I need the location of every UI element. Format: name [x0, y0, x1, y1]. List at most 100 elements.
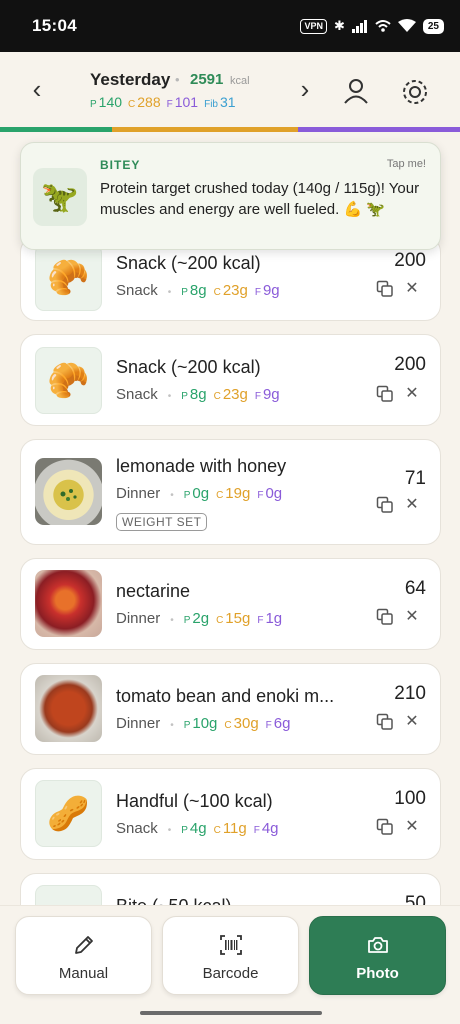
croissant-icon: 🥐 — [35, 244, 102, 311]
fat-value: F 0g — [257, 485, 283, 502]
food-card[interactable]: 🥜 Handful (~100 kcal) Snack • P 4g C 11g F4… — [20, 768, 441, 860]
protein-value: P 2g — [183, 610, 210, 627]
carbs-value: C 23g — [213, 386, 248, 403]
protein-value: P 4g — [181, 820, 207, 837]
food-name: Snack (~200 kcal) — [116, 253, 261, 273]
food-meta: Snack • P 4g C 11g F 4g — [116, 820, 279, 837]
day-title: Yesterday — [90, 70, 171, 89]
barcode-label: Barcode — [202, 965, 259, 982]
food-card[interactable]: nectarine Dinner • P 2g C 15g F 1g 64 ✕ — [20, 558, 441, 650]
fiber-total: Fib 31 — [204, 94, 236, 110]
next-day-button[interactable]: › — [290, 74, 320, 105]
photo-button[interactable]: Photo — [309, 916, 446, 995]
food-kcal: 100 — [394, 788, 426, 809]
food-name: tomato bean and enoki m... — [116, 686, 335, 706]
meal-type: Snack — [116, 820, 158, 837]
food-name: Snack (~200 kcal) — [116, 357, 261, 377]
copy-icon[interactable] — [376, 713, 394, 731]
herb-icon — [60, 489, 77, 501]
protein-value: P 10g — [183, 715, 218, 732]
status-bar: 15:04 VPN ✱ 25 — [0, 0, 460, 52]
delete-icon[interactable]: ✕ — [403, 608, 421, 626]
battery-icon: 25 — [422, 18, 444, 34]
settings-icon[interactable] — [395, 72, 435, 112]
food-meta: Snack • P 8g C 23g F 9g — [116, 386, 280, 403]
delete-icon[interactable]: ✕ — [403, 713, 421, 731]
wifi-call-icon — [375, 20, 391, 32]
fat-value: F 1g — [257, 610, 283, 627]
meal-type: Dinner — [116, 610, 161, 627]
meal-type: Snack — [116, 386, 158, 403]
status-icons: VPN ✱ 25 — [300, 18, 444, 34]
vpn-icon: VPN — [300, 18, 327, 34]
copy-icon[interactable] — [376, 385, 394, 403]
meal-type: Snack — [116, 282, 158, 299]
manual-label: Manual — [58, 965, 109, 982]
delete-icon[interactable]: ✕ — [403, 385, 421, 403]
protein-total: P 140 — [90, 94, 123, 110]
food-meta: Dinner • P 10g C 30g F 6g — [116, 715, 291, 732]
fat-value: F 9g — [254, 282, 280, 299]
weight-set-badge: WEIGHT SET — [116, 513, 208, 531]
protein-value: P 8g — [181, 282, 207, 299]
day-header: ‹ Yesterday • 2591 kcal P 140 C 288 F 101 F… — [0, 52, 460, 132]
food-name: nectarine — [116, 581, 191, 601]
food-kcal: 200 — [394, 250, 426, 271]
profile-icon[interactable] — [336, 72, 376, 112]
carbs-value: C 23g — [213, 282, 248, 299]
pencil-icon — [74, 936, 93, 954]
carbs-total: C 288 — [128, 94, 161, 110]
macro-progress-bar — [0, 127, 460, 132]
camera-icon — [367, 937, 388, 953]
copy-icon[interactable] — [376, 818, 394, 836]
food-kcal: 64 — [404, 578, 426, 599]
separator-dot: • — [175, 72, 180, 87]
fat-value: F 4g — [253, 820, 279, 837]
peanut-icon: 🥜 — [35, 780, 102, 847]
food-name: Handful (~100 kcal) — [116, 791, 273, 811]
bottom-action-bar: Manual Barcode Photo — [0, 905, 460, 1024]
fat-total: F 101 — [166, 94, 199, 110]
notification-message: Protein target crushed today (140g / 115… — [100, 180, 420, 218]
status-time: 15:04 — [32, 16, 77, 35]
manual-button[interactable]: Manual — [15, 916, 152, 995]
copy-icon[interactable] — [376, 496, 394, 514]
food-meta: Dinner • P 0g C 19g F 0g — [116, 485, 283, 502]
protein-value: P 8g — [181, 386, 207, 403]
barcode-icon — [219, 935, 242, 955]
tap-me-label: Tap me! — [386, 158, 426, 170]
food-card[interactable]: lemonade with honey Dinner • P 0g C 19g F 0g… — [20, 439, 441, 545]
delete-icon[interactable]: ✕ — [403, 496, 421, 514]
fat-progress — [298, 127, 460, 132]
copy-icon[interactable] — [376, 608, 394, 626]
nectarine-photo — [35, 570, 102, 637]
fat-value: F 6g — [265, 715, 291, 732]
copy-icon[interactable] — [376, 280, 394, 298]
dinosaur-icon: 🦖 — [33, 168, 87, 226]
delete-icon[interactable]: ✕ — [403, 280, 421, 298]
protein-value: P 0g — [183, 485, 210, 502]
carbs-value: C 11g — [213, 820, 247, 837]
kcal-unit: kcal — [230, 75, 250, 87]
bitey-notification[interactable]: 🦖 BITEY Tap me! Protein target crushed t… — [20, 142, 441, 250]
wifi-icon — [397, 19, 416, 32]
meal-type: Dinner — [116, 715, 161, 732]
food-name: lemonade with honey — [116, 456, 287, 476]
meal-type: Dinner — [116, 485, 161, 502]
previous-day-button[interactable]: ‹ — [22, 74, 52, 105]
delete-icon[interactable]: ✕ — [403, 818, 421, 836]
food-kcal: 210 — [394, 683, 426, 704]
daily-macros: P 140 C 288 F 101 Fib 31 — [90, 94, 236, 110]
food-meta: Snack • P 8g C 23g F 9g — [116, 282, 280, 299]
protein-progress — [0, 127, 112, 132]
food-kcal: 71 — [404, 468, 426, 489]
lemonade-photo — [35, 458, 102, 525]
barcode-button[interactable]: Barcode — [162, 916, 299, 995]
kcal-total: 2591 — [190, 71, 224, 88]
home-indicator[interactable] — [140, 1011, 322, 1015]
food-kcal: 200 — [394, 354, 426, 375]
signal-icon — [351, 19, 367, 33]
food-card[interactable]: tomato bean and enoki m... Dinner • P 10g … — [20, 663, 441, 755]
carbs-value: C 30g — [224, 715, 259, 732]
food-card[interactable]: 🥐 Snack (~200 kcal) Snack • P 8g C 23g F 9g … — [20, 334, 441, 426]
